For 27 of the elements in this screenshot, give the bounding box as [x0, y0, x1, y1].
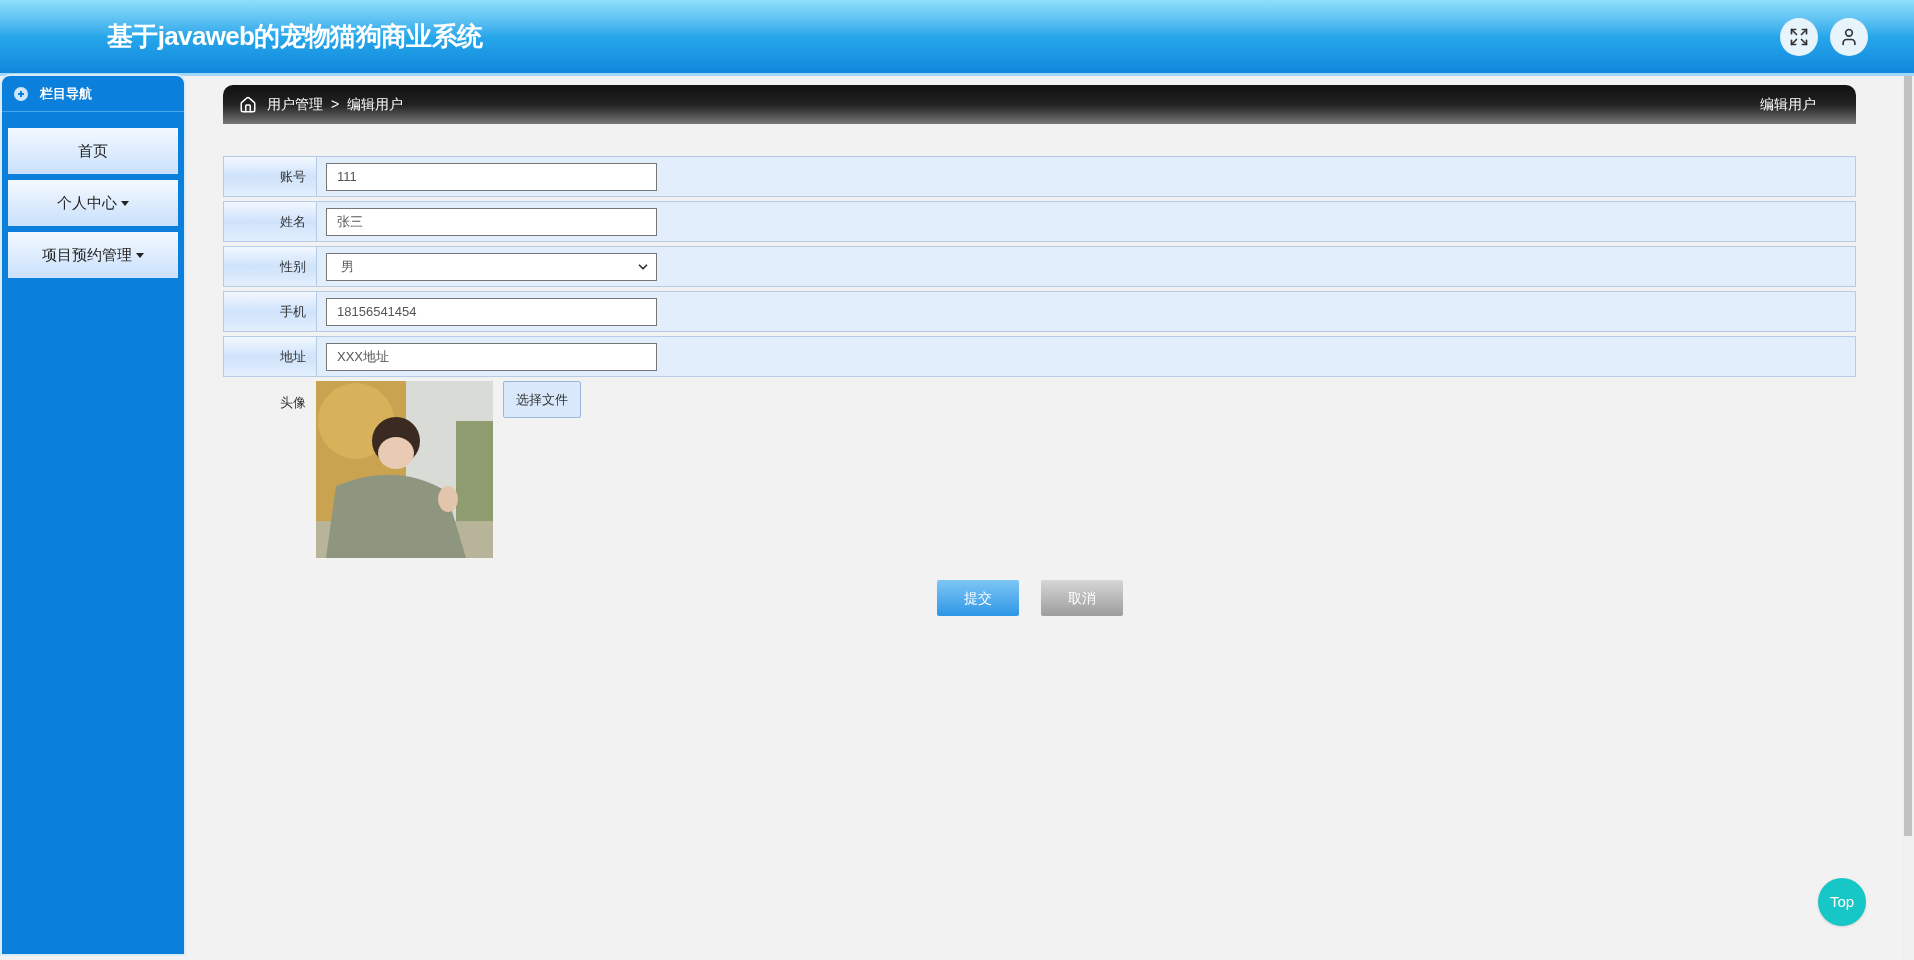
- text-field[interactable]: 张三: [326, 207, 657, 236]
- page-title: 编辑用户: [1760, 95, 1816, 114]
- sidebar-item[interactable]: 个人中心: [8, 180, 178, 226]
- site-title: 基于javaweb的宠物猫狗商业系统: [107, 20, 483, 53]
- sidebar-item[interactable]: 首页: [8, 128, 178, 174]
- user-icon: [1839, 26, 1859, 47]
- text-field[interactable]: 18156541454: [326, 297, 657, 326]
- field-label: 姓名: [224, 202, 317, 241]
- field-label: 地址: [224, 337, 317, 376]
- field-label: 性别: [224, 247, 317, 286]
- home-icon: [239, 95, 257, 114]
- breadcrumb-separator: >: [331, 95, 340, 114]
- sidebar-title: 栏目导航: [40, 84, 92, 103]
- gender-select[interactable]: 男: [326, 252, 657, 281]
- circle-plus-icon: [14, 86, 28, 101]
- text-field[interactable]: XXX地址: [326, 342, 657, 371]
- user-button[interactable]: [1830, 17, 1868, 56]
- fullscreen-button[interactable]: [1780, 17, 1818, 56]
- text-field[interactable]: 111: [326, 162, 657, 191]
- field-label: 手机: [224, 292, 317, 331]
- field-label: 账号: [224, 157, 317, 196]
- field-label: 头像: [279, 394, 307, 412]
- breadcrumb-section: 用户管理: [267, 94, 323, 115]
- expand-icon: [1789, 26, 1809, 47]
- sidebar-item[interactable]: 项目预约管理: [8, 232, 178, 278]
- choose-file-button[interactable]: 选择文件: [503, 381, 581, 418]
- breadcrumb-page: 编辑用户: [347, 95, 404, 114]
